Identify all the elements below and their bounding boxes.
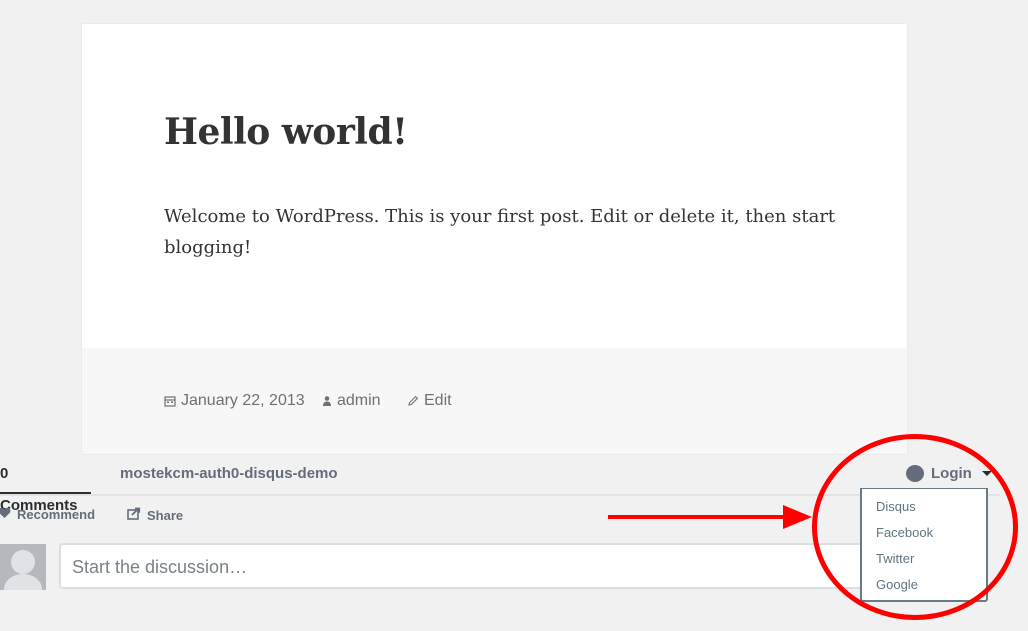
annotation-arrow <box>608 505 812 529</box>
post-date[interactable]: January 22, 2013 <box>164 391 305 411</box>
post-date-text: January 22, 2013 <box>181 392 305 409</box>
calendar-icon <box>164 395 176 407</box>
annotation-circle <box>812 434 1018 620</box>
heart-icon <box>0 507 11 522</box>
recommend-label: Recommend <box>17 507 96 522</box>
pencil-icon <box>407 395 419 407</box>
post-author[interactable]: admin <box>322 391 381 411</box>
post-body: Welcome to WordPress. This is your first… <box>164 206 836 258</box>
avatar <box>0 544 46 590</box>
post-card: Hello world! Welcome to WordPress. This … <box>82 24 907 454</box>
post-title[interactable]: Hello world! <box>164 108 408 156</box>
post-footer: January 22, 2013 admin Edit <box>82 348 907 454</box>
tab-comments[interactable]: 0 Comments <box>0 458 91 514</box>
share-button[interactable]: Share <box>127 507 183 523</box>
user-icon <box>322 395 332 407</box>
post-author-text: admin <box>337 392 381 409</box>
edit-link-text: Edit <box>424 392 452 409</box>
tab-community[interactable]: mostekcm-auth0-disqus-demo <box>120 458 338 490</box>
comment-input[interactable]: Start the discussion… <box>59 543 919 589</box>
share-icon <box>127 507 141 523</box>
share-label: Share <box>147 507 184 523</box>
recommend-button[interactable]: Recommend <box>0 507 95 522</box>
comment-placeholder: Start the discussion… <box>72 557 248 577</box>
edit-link[interactable]: Edit <box>407 391 452 411</box>
